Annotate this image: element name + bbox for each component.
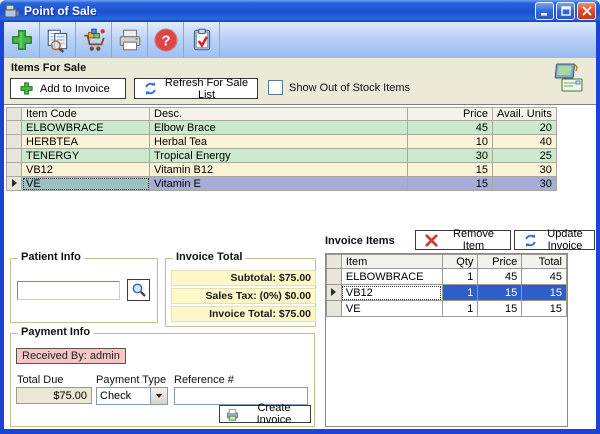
col-qty[interactable]: Qty <box>442 255 478 269</box>
help-toolbar-button[interactable]: ? <box>148 22 184 57</box>
svg-text:?: ? <box>161 32 170 49</box>
invoice-items-table: Item Qty Price Total ELBOWBRACE 1 45 45 <box>326 254 567 317</box>
pos-terminal-icon <box>552 60 586 96</box>
col-item-code[interactable]: Item Code <box>22 108 150 121</box>
patient-search-button[interactable] <box>127 279 150 301</box>
col-price[interactable]: Price <box>478 255 522 269</box>
close-icon <box>582 6 592 16</box>
minimize-button[interactable] <box>535 2 554 20</box>
patient-search-input[interactable] <box>17 281 120 300</box>
items-for-sale-table-area: Item Code Desc. Price Avail. Units ELBOW… <box>4 104 596 229</box>
table-header-row: Item Code Desc. Price Avail. Units <box>7 108 557 121</box>
table-row[interactable]: TENERGY Tropical Energy 30 25 <box>7 149 557 163</box>
col-avail-units[interactable]: Avail. Units <box>493 108 557 121</box>
remove-x-icon <box>424 233 439 248</box>
add-to-invoice-button[interactable]: Add to Invoice <box>10 78 126 99</box>
col-total[interactable]: Total <box>522 255 567 269</box>
tasks-toolbar-button[interactable] <box>184 22 220 57</box>
print-icon <box>117 27 143 53</box>
patient-info-group: Patient Info <box>10 258 158 323</box>
create-invoice-button[interactable]: Create Invoice <box>219 405 311 423</box>
search-icon <box>131 282 147 298</box>
pos-cart-icon <box>81 27 107 53</box>
window-title: Point of Sale <box>24 4 535 18</box>
total-due-label: Total Due <box>17 374 63 386</box>
sales-tax-value: Sales Tax: (0%) $0.00 <box>171 288 316 304</box>
inventory-toolbar-button[interactable] <box>40 22 76 57</box>
add-toolbar-button[interactable] <box>4 22 40 57</box>
minimize-icon <box>540 7 550 16</box>
reference-label: Reference # <box>174 374 234 386</box>
patient-info-title: Patient Info <box>18 251 84 263</box>
col-price[interactable]: Price <box>408 108 493 121</box>
total-due-field: $75.00 <box>16 387 92 404</box>
show-out-of-stock-label: Show Out of Stock Items <box>289 82 410 94</box>
table-row-selected[interactable]: VE Vitamin E 15 30 <box>7 177 557 191</box>
payment-info-group: Payment Info Received By: admin Total Du… <box>10 333 315 427</box>
refresh-icon <box>143 81 158 96</box>
table-row[interactable]: ELBOWBRACE 1 45 45 <box>327 269 567 285</box>
show-out-of-stock-checkbox[interactable] <box>268 80 283 95</box>
row-selector-arrow-icon <box>12 179 17 187</box>
items-for-sale-table: Item Code Desc. Price Avail. Units ELBOW… <box>6 107 557 191</box>
col-desc[interactable]: Desc. <box>150 108 408 121</box>
tasks-icon <box>189 27 215 53</box>
refresh-for-sale-button[interactable]: Refresh For Sale List <box>134 78 258 99</box>
show-out-of-stock-option: Show Out of Stock Items <box>268 80 410 95</box>
invoice-total-title: Invoice Total <box>173 251 245 263</box>
create-invoice-icon <box>226 408 239 421</box>
pos-cart-toolbar-button[interactable] <box>76 22 112 57</box>
invoice-total-value: Invoice Total: $75.00 <box>171 306 316 322</box>
table-row[interactable]: ELBOWBRACE Elbow Brace 45 20 <box>7 121 557 135</box>
title-bar[interactable]: Point of Sale <box>0 0 600 22</box>
table-row[interactable]: VB12 Vitamin B12 15 30 <box>7 163 557 177</box>
payment-type-value: Check <box>97 390 150 402</box>
remove-item-button[interactable]: Remove Item <box>415 230 511 250</box>
table-header-row: Item Qty Price Total <box>327 255 567 269</box>
add-icon <box>9 27 35 53</box>
col-item[interactable]: Item <box>341 255 442 269</box>
inventory-reports-icon <box>45 27 71 53</box>
window-border-right <box>596 22 600 434</box>
invoice-items-table-area: Item Qty Price Total ELBOWBRACE 1 45 45 <box>325 253 568 427</box>
close-button[interactable] <box>577 2 596 20</box>
update-invoice-button[interactable]: Update Invoice <box>514 230 595 250</box>
app-window: Point of Sale ? <box>0 0 600 434</box>
subtotal-value: Subtotal: $75.00 <box>171 270 316 286</box>
items-for-sale-title: Items For Sale <box>11 62 86 74</box>
refresh-icon <box>523 233 538 248</box>
help-icon: ? <box>153 27 179 53</box>
dropdown-button[interactable] <box>150 388 167 404</box>
bottom-panel: Patient Info Invoice Total Subtotal: $75… <box>4 228 596 429</box>
table-row[interactable]: HERBTEA Herbal Tea 10 40 <box>7 135 557 149</box>
row-selector-arrow-icon <box>331 288 336 296</box>
maximize-button[interactable] <box>556 2 575 20</box>
plus-icon <box>19 81 34 96</box>
app-icon <box>4 3 20 19</box>
print-toolbar-button[interactable] <box>112 22 148 57</box>
window-controls <box>535 2 596 20</box>
payment-type-label: Payment Type <box>96 374 166 386</box>
table-row[interactable]: VE 1 15 15 <box>327 301 567 317</box>
chevron-down-icon <box>156 394 162 398</box>
payment-type-dropdown[interactable]: Check <box>96 387 168 405</box>
table-row-selected[interactable]: VB12 1 15 15 <box>327 285 567 301</box>
received-by-badge: Received By: admin <box>16 348 126 364</box>
toolbar: ? <box>4 22 596 59</box>
invoice-items-title: Invoice Items <box>325 235 395 247</box>
maximize-icon <box>561 6 571 16</box>
invoice-total-group: Invoice Total Subtotal: $75.00 Sales Tax… <box>165 258 316 327</box>
payment-info-title: Payment Info <box>18 326 93 338</box>
client-area: Items For Sale Add to Invoice Refresh Fo… <box>4 58 596 429</box>
window-border-bottom <box>0 429 600 434</box>
